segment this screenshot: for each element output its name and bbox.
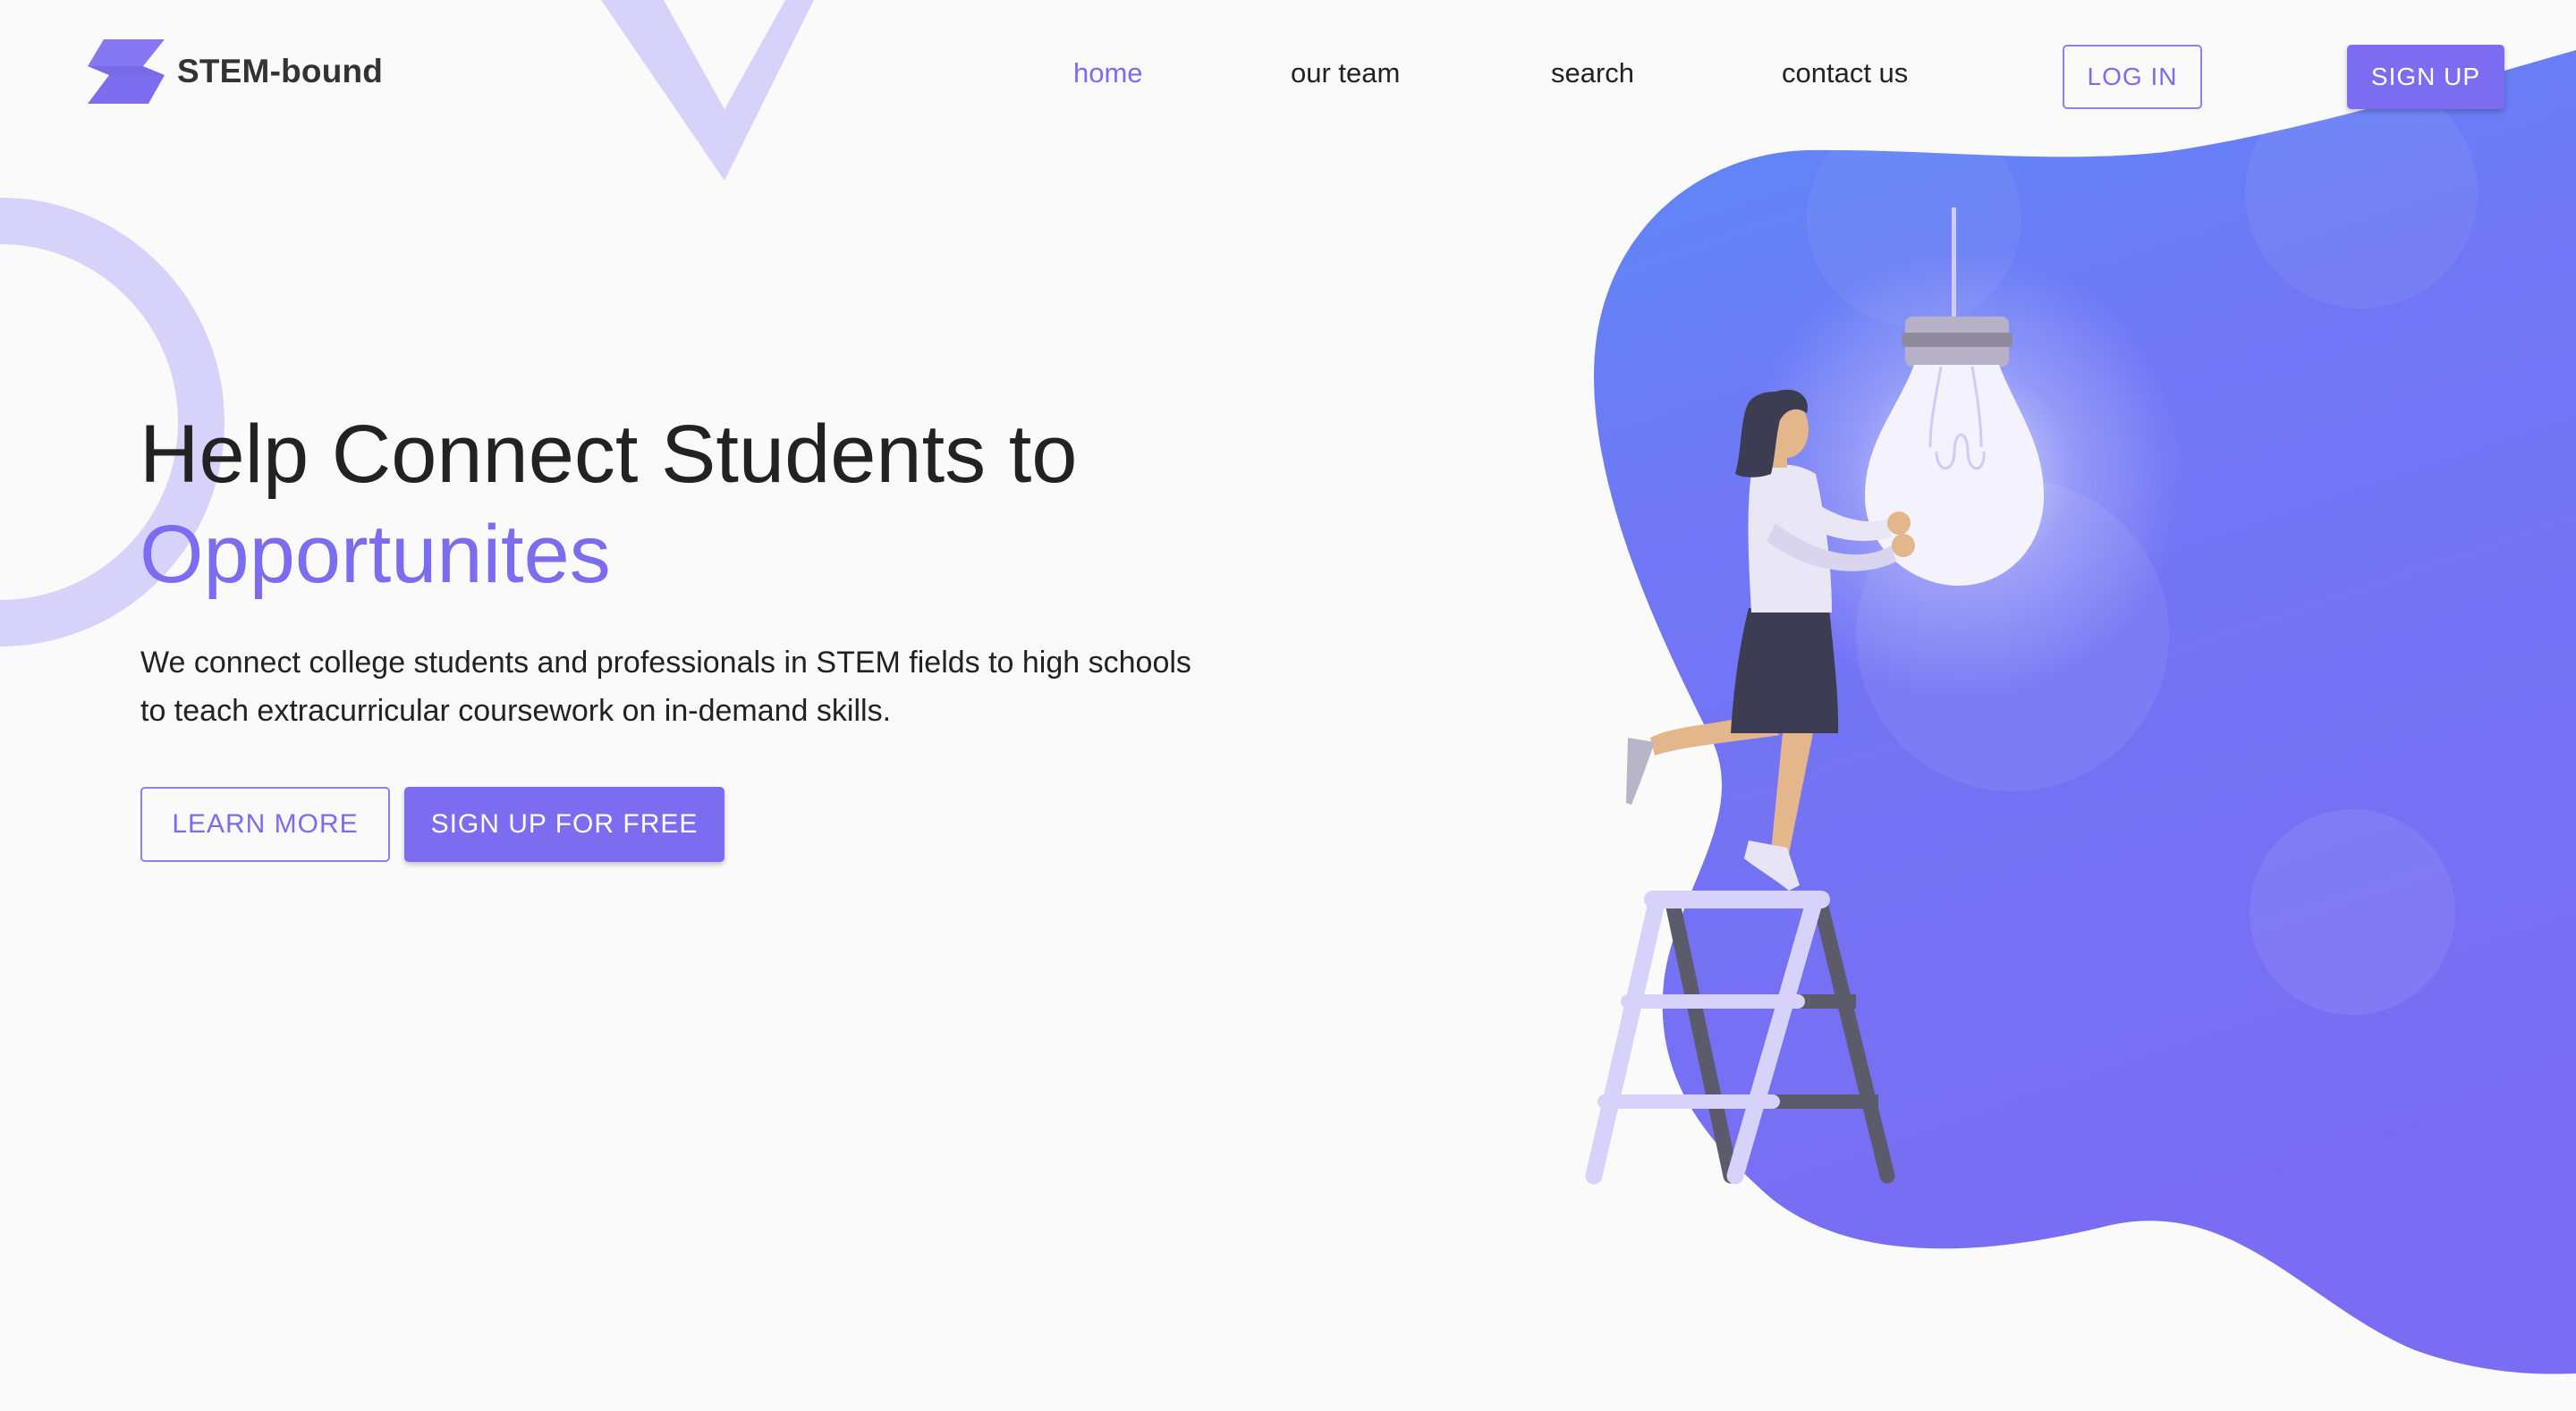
learn-more-button[interactable]: LEARN MORE: [140, 787, 390, 862]
stem-bound-logo-icon: [88, 39, 165, 104]
hero-description: We connect college students and professi…: [140, 638, 1303, 735]
nav-home[interactable]: home: [1073, 57, 1143, 89]
brand-logo[interactable]: STEM-bound: [88, 39, 383, 104]
brand-name: STEM-bound: [177, 53, 384, 89]
log-in-button[interactable]: LOG IN: [2063, 45, 2202, 109]
nav-contact-us[interactable]: contact us: [1782, 57, 1908, 89]
chevron-decoration: [601, 0, 814, 181]
hero-title: Help Connect Students to Opportunites: [140, 404, 1077, 604]
hero-title-line1: Help Connect Students to: [140, 409, 1078, 500]
hero-description-line2: to teach extracurricular coursework on i…: [140, 694, 892, 728]
nav-our-team[interactable]: our team: [1291, 57, 1400, 89]
hero-title-accent: Opportunites: [140, 509, 611, 600]
blob-shape: [1594, 50, 2576, 1374]
sign-up-free-button[interactable]: SIGN UP FOR FREE: [404, 787, 724, 862]
illustration-woman-lightbulb: [1585, 207, 2187, 1185]
sign-up-button[interactable]: SIGN UP: [2347, 45, 2504, 109]
hero-description-line1: We connect college students and professi…: [140, 646, 1191, 680]
nav-search[interactable]: search: [1551, 57, 1634, 89]
